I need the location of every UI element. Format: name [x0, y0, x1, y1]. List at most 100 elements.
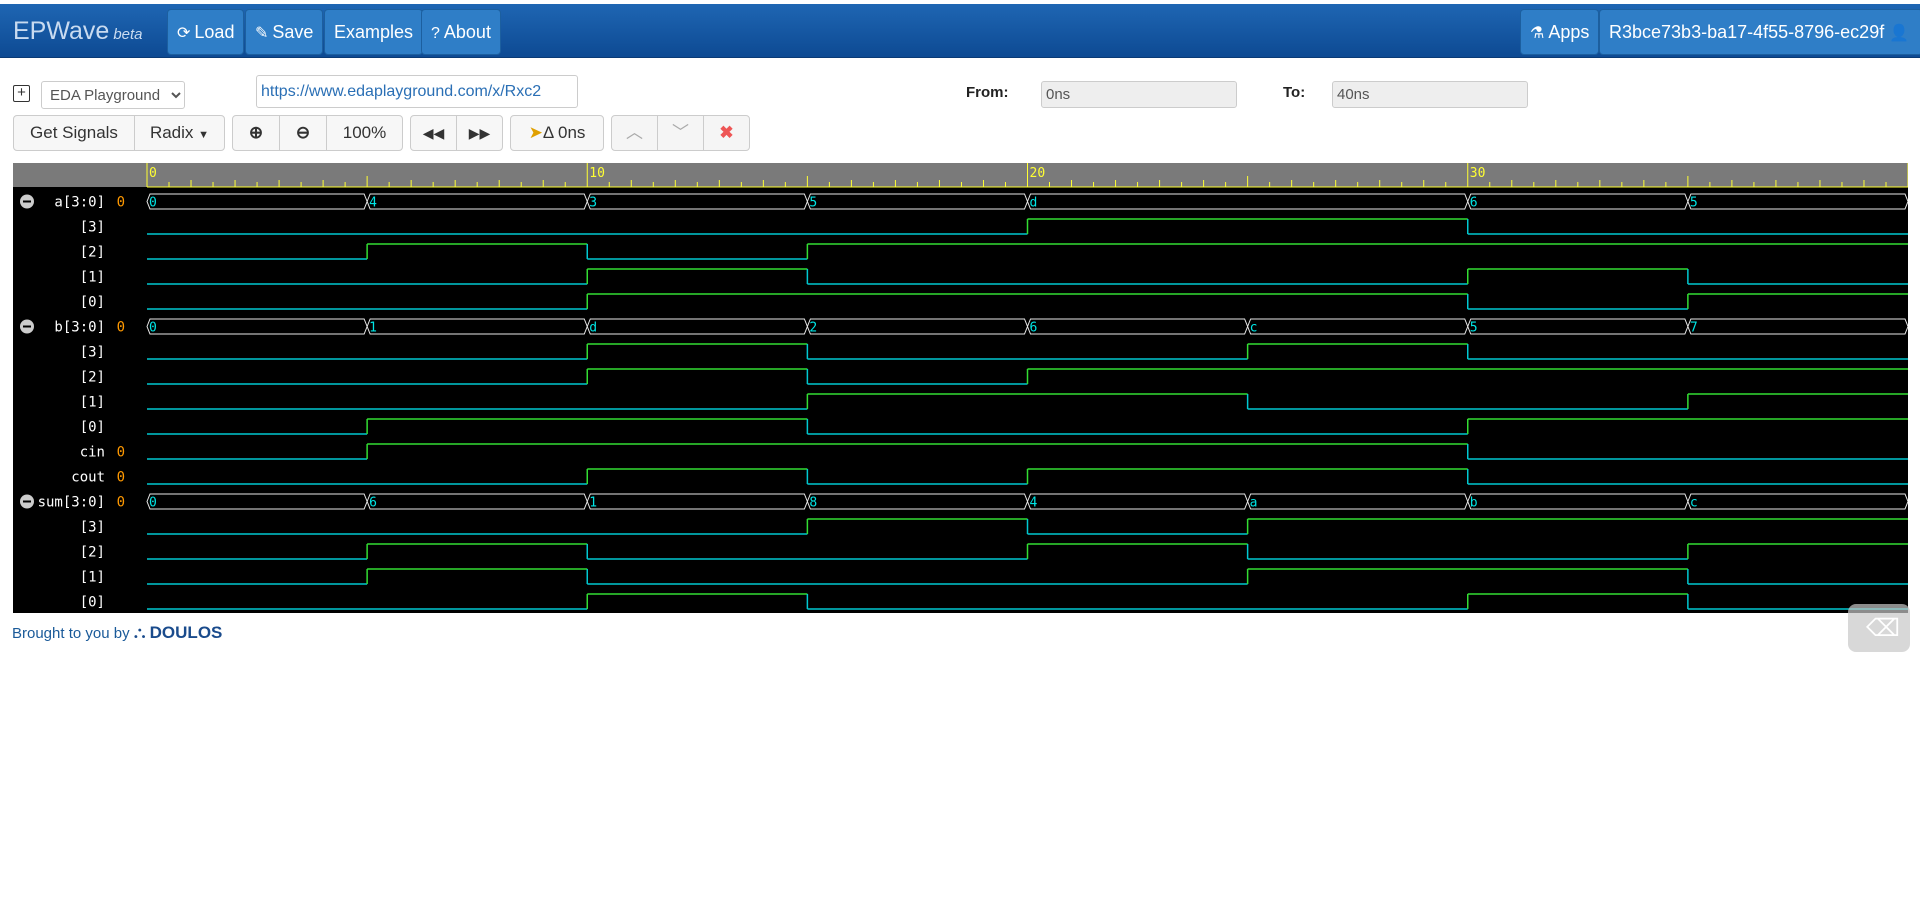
signal-name: [0] — [80, 595, 105, 611]
signal-name: sum[3:0] — [38, 495, 105, 511]
signal-name: [2] — [80, 245, 105, 261]
waveform-viewer[interactable]: 0 10 20 30 a[3:0] 0 0 4 3 5 d 6 5 [3] [2] [1] [0] b[3:0] 0… — [13, 163, 1908, 613]
move-down-button[interactable]: ﹀ — [657, 115, 704, 151]
zoom-in-button[interactable]: ⊕ — [232, 115, 280, 151]
zoom-in-icon: ⊕ — [248, 123, 264, 142]
brand-logo[interactable]: EPWave beta — [13, 17, 143, 46]
waveform-canvas[interactable]: 0 10 20 30a[3:0] 0 0 4 3 5 d 6 5[3][2][1][0]b[3:0] 0… — [13, 163, 1908, 613]
load-button[interactable]: ⟳ Load — [167, 9, 245, 55]
brand-name: EPWave — [13, 17, 110, 45]
bus-segment — [586, 193, 808, 210]
bus-value-label: 0 — [149, 196, 157, 211]
close-icon: ✖ — [719, 123, 734, 142]
apps-label: Apps — [1548, 22, 1590, 42]
ruler-label: 10 — [589, 166, 605, 181]
from-label: From: — [966, 84, 1009, 101]
signal-value: 0 — [117, 445, 125, 461]
examples-button[interactable]: Examples — [324, 9, 424, 55]
move-up-button[interactable]: ︿ — [611, 115, 658, 151]
pencil-icon: ✎ — [255, 25, 269, 42]
chevron-down-icon: ﹀ — [672, 123, 689, 142]
signal-value: 0 — [117, 195, 125, 211]
about-label: About — [443, 22, 491, 42]
signal-value: 0 — [117, 470, 125, 486]
to-time-input[interactable] — [1332, 81, 1528, 108]
signal-name: cin — [80, 445, 105, 461]
bus-segment — [806, 193, 1029, 210]
bus-value-label: 8 — [809, 496, 817, 511]
bus-segment — [1467, 493, 1689, 510]
zoom-level[interactable]: 100% — [326, 115, 403, 151]
bus-value-label: d — [589, 321, 597, 336]
next-edge-button[interactable]: ▶▶ — [456, 115, 503, 151]
bus-segment — [586, 493, 808, 510]
bus-segment — [1247, 493, 1469, 510]
user-icon: 👤 — [1889, 25, 1910, 42]
about-button[interactable]: ? About — [421, 9, 501, 55]
zoom-out-icon: ⊖ — [295, 123, 311, 142]
bus-segment — [366, 318, 588, 335]
top-navbar: EPWave beta ⟳ Load ✎ Save Examples ? About ⚗… — [0, 4, 1920, 58]
eraser-icon: ⌫ — [1866, 615, 1900, 642]
signal-name: [3] — [80, 520, 105, 536]
share-url-field[interactable]: https://www.edaplayground.com/x/Rxc2 — [256, 75, 578, 108]
signal-name: b[3:0] — [54, 320, 105, 336]
bus-value-label: d — [1030, 196, 1038, 211]
footer-credit: Brought to you by ⛬ DOULOS — [12, 623, 222, 643]
zoom-out-button[interactable]: ⊖ — [279, 115, 327, 151]
bus-value-label: 1 — [369, 321, 377, 336]
bus-value-label: 4 — [369, 196, 377, 211]
ruler-label: 30 — [1470, 166, 1486, 181]
bus-segment — [1026, 493, 1249, 510]
fast-forward-icon: ▶▶ — [468, 125, 491, 141]
bus-segment — [1467, 318, 1689, 335]
bus-segment — [1026, 318, 1249, 335]
delta-button[interactable]: ➤Δ 0ns — [510, 115, 604, 151]
signal-name: [3] — [80, 345, 105, 361]
signal-name: cout — [71, 470, 105, 486]
bus-segment — [1247, 318, 1469, 335]
user-id: R3bce73b3-ba17-4f55-8796-ec29f — [1609, 22, 1885, 42]
bus-segment — [366, 493, 588, 510]
beta-tag: beta — [113, 26, 143, 43]
question-circle-icon: ? — [431, 25, 440, 42]
from-time-input[interactable] — [1041, 81, 1237, 108]
signal-name: [1] — [80, 570, 105, 586]
bus-value-label: 0 — [149, 496, 157, 511]
signal-name: [1] — [80, 270, 105, 286]
bus-value-label: 5 — [809, 196, 817, 211]
bus-value-label: a — [1250, 496, 1258, 511]
cursor-arrow-icon: ➤ — [528, 123, 543, 142]
user-button[interactable]: R3bce73b3-ba17-4f55-8796-ec29f 👤 — [1599, 9, 1920, 55]
remove-signal-button[interactable]: ✖ — [703, 115, 750, 151]
signal-name: [3] — [80, 220, 105, 236]
to-label: To: — [1283, 84, 1306, 101]
bus-value-label: 6 — [369, 496, 377, 511]
save-label: Save — [272, 22, 314, 42]
bus-segment — [806, 318, 1029, 335]
chevron-up-icon: ︿ — [626, 123, 643, 142]
radix-dropdown[interactable]: Radix ▼ — [134, 115, 225, 151]
bus-value-label: b — [1470, 496, 1478, 511]
save-button[interactable]: ✎ Save — [245, 9, 324, 55]
ruler-label: 0 — [149, 166, 157, 181]
bus-segment — [1026, 193, 1469, 210]
doulos-logo[interactable]: DOULOS — [150, 623, 223, 642]
signal-value: 0 — [117, 320, 125, 336]
apps-button[interactable]: ⚗ Apps — [1520, 9, 1600, 55]
signal-name: a[3:0] — [54, 195, 105, 211]
doulos-logo-icon[interactable]: ⛬ — [134, 623, 146, 642]
get-signals-button[interactable]: Get Signals — [13, 115, 135, 151]
expand-icon[interactable]: + — [13, 85, 30, 102]
eraser-button[interactable]: ⌫ — [1848, 604, 1910, 652]
previous-edge-button[interactable]: ◀◀ — [410, 115, 457, 151]
examples-label: Examples — [334, 22, 414, 42]
bus-segment — [146, 493, 368, 510]
source-select[interactable]: EDA Playground — [41, 81, 185, 109]
fast-backward-icon: ◀◀ — [422, 125, 445, 141]
signal-value: 0 — [117, 495, 125, 511]
bus-value-label: 5 — [1470, 321, 1478, 336]
bus-value-label: 4 — [1030, 496, 1038, 511]
bus-value-label: 0 — [149, 321, 157, 336]
refresh-icon: ⟳ — [177, 25, 191, 42]
